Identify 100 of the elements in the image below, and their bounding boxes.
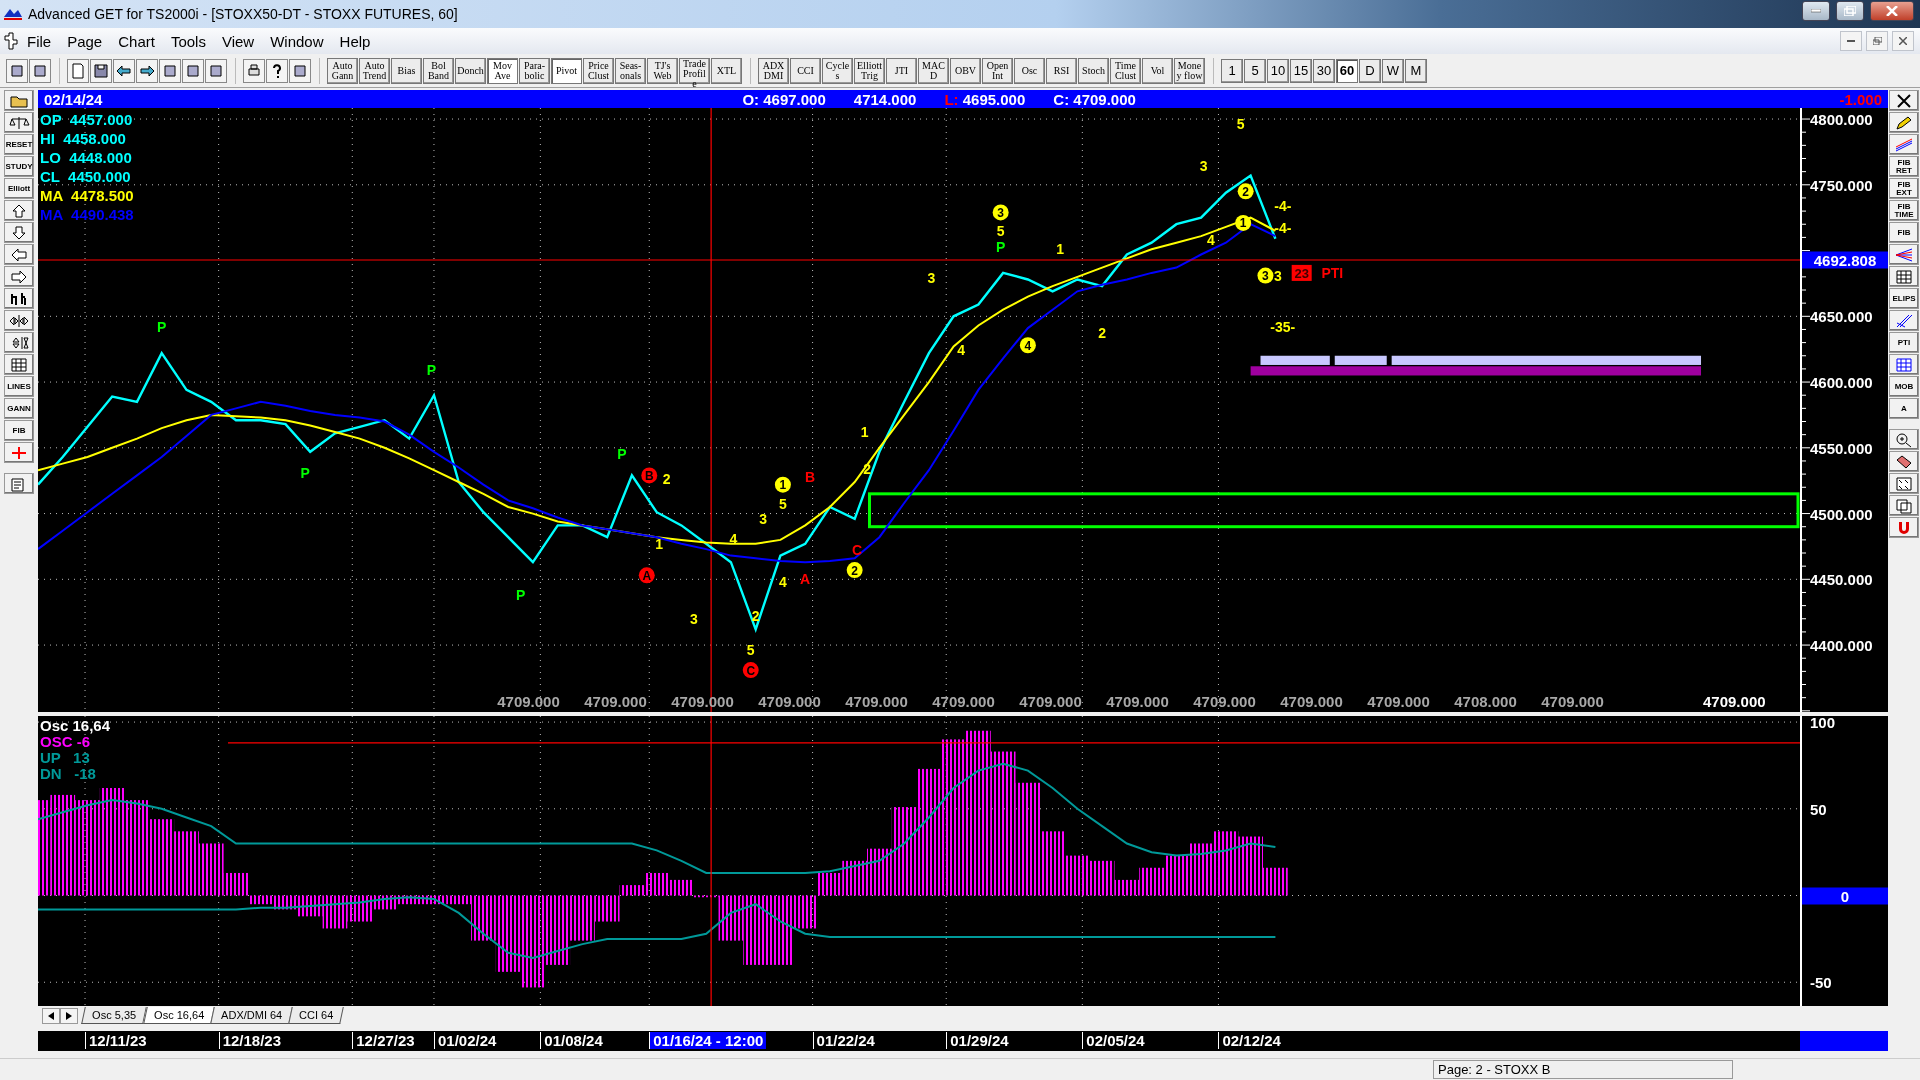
menu-item[interactable]: Chart bbox=[111, 30, 162, 52]
date-label: 02/05/24 bbox=[1082, 1032, 1148, 1049]
tool-button[interactable] bbox=[4, 310, 34, 331]
tool-button[interactable] bbox=[4, 200, 34, 221]
menu-item[interactable]: Window bbox=[263, 30, 331, 52]
tool-button[interactable]: RESET bbox=[4, 134, 34, 155]
indicator-tab[interactable]: Osc 5,35 bbox=[81, 1007, 147, 1024]
indicator-button[interactable]: CCI bbox=[790, 57, 821, 84]
tool-button[interactable] bbox=[1889, 266, 1919, 287]
tool-button[interactable] bbox=[1889, 429, 1919, 450]
tool-button[interactable]: A bbox=[1889, 398, 1919, 419]
interval-button[interactable]: W bbox=[1382, 58, 1404, 83]
interval-button[interactable]: D bbox=[1359, 58, 1381, 83]
tool-button[interactable] bbox=[4, 244, 34, 265]
tool-button[interactable] bbox=[1889, 244, 1919, 265]
tool-button[interactable] bbox=[1889, 354, 1919, 375]
overlay-button[interactable]: Seas-onals bbox=[615, 57, 646, 84]
indicator-button[interactable]: Elliott Trig bbox=[854, 57, 885, 84]
interval-button[interactable]: 60 bbox=[1336, 58, 1358, 83]
overlay-button[interactable]: TJ's Web bbox=[647, 57, 678, 84]
tool-button[interactable]: Elliott bbox=[4, 178, 34, 199]
tool-button[interactable]: PTI bbox=[1889, 332, 1919, 353]
tool-button[interactable] bbox=[4, 354, 34, 375]
close-button[interactable] bbox=[1870, 1, 1914, 21]
tool-button[interactable] bbox=[4, 112, 34, 133]
overlay-button[interactable]: Pivot bbox=[551, 57, 582, 84]
indicator-button[interactable]: RSI bbox=[1046, 57, 1077, 84]
interval-button[interactable]: M bbox=[1405, 58, 1427, 83]
interval-button[interactable]: 15 bbox=[1290, 58, 1312, 83]
tool-button[interactable] bbox=[1889, 310, 1919, 331]
tool-button[interactable] bbox=[1889, 112, 1919, 133]
toolbar-button[interactable] bbox=[243, 58, 265, 83]
overlay-button[interactable]: XTL bbox=[711, 57, 742, 84]
tool-button[interactable] bbox=[1889, 90, 1919, 111]
indicator-button[interactable]: Time Clust bbox=[1110, 57, 1141, 84]
menu-item[interactable]: Help bbox=[332, 30, 378, 52]
overlay-button[interactable]: Bol Band bbox=[423, 57, 454, 84]
minimize-button[interactable] bbox=[1802, 1, 1830, 21]
interval-button[interactable]: 1 bbox=[1221, 58, 1243, 83]
overlay-button[interactable]: Price Clust bbox=[583, 57, 614, 84]
tool-button[interactable] bbox=[1889, 473, 1919, 494]
tool-button[interactable] bbox=[1889, 451, 1919, 472]
scroll-right-button[interactable] bbox=[60, 1008, 78, 1024]
indicator-tab[interactable]: ADX/DMI 64 bbox=[210, 1007, 294, 1024]
toolbar-button[interactable] bbox=[29, 58, 51, 83]
indicator-button[interactable]: ADX DMI bbox=[758, 57, 789, 84]
tool-button[interactable] bbox=[4, 332, 34, 353]
indicator-button[interactable]: OBV bbox=[950, 57, 981, 84]
tool-button[interactable]: FIB bbox=[4, 420, 34, 441]
interval-button[interactable]: 5 bbox=[1244, 58, 1266, 83]
indicator-button[interactable]: Osc bbox=[1014, 57, 1045, 84]
overlay-button[interactable]: Donch bbox=[455, 57, 486, 84]
overlay-button[interactable]: Bias bbox=[391, 57, 422, 84]
tool-button[interactable]: GANN bbox=[4, 398, 34, 419]
indicator-tab[interactable]: Osc 16,64 bbox=[143, 1007, 215, 1024]
tool-button[interactable] bbox=[1889, 495, 1919, 516]
restore-button[interactable] bbox=[1836, 1, 1864, 21]
menu-item[interactable]: Page bbox=[60, 30, 110, 52]
tool-button[interactable] bbox=[4, 266, 34, 287]
toolbar-button[interactable] bbox=[136, 58, 158, 83]
close-icon bbox=[1899, 37, 1907, 45]
toolbar-button[interactable] bbox=[113, 58, 135, 83]
menu-item[interactable]: View bbox=[214, 30, 262, 52]
scroll-left-button[interactable] bbox=[42, 1008, 60, 1024]
menu-item[interactable]: File bbox=[20, 30, 59, 52]
tool-button[interactable]: LINES bbox=[4, 376, 34, 397]
overlay-button[interactable]: Para-bolic bbox=[519, 57, 550, 84]
annotation: 2 bbox=[1242, 184, 1250, 199]
indicator-button[interactable]: Cycles bbox=[822, 57, 853, 84]
toolbar-button[interactable] bbox=[266, 58, 288, 83]
indicator-button[interactable]: MACD bbox=[918, 57, 949, 84]
tool-button[interactable]: FIB bbox=[1889, 222, 1919, 243]
toolbar-button[interactable] bbox=[289, 58, 311, 83]
toolbar-button[interactable] bbox=[6, 58, 28, 83]
tool-button[interactable] bbox=[4, 288, 34, 309]
tool-button[interactable]: FIB RET bbox=[1889, 156, 1919, 177]
toolbar-button[interactable] bbox=[159, 58, 181, 83]
tool-button[interactable]: MOB bbox=[1889, 376, 1919, 397]
toolbar-button[interactable] bbox=[90, 58, 112, 83]
indicator-tab[interactable]: CCI 64 bbox=[288, 1007, 345, 1024]
indicator-button[interactable]: Vol bbox=[1142, 57, 1173, 84]
tool-button[interactable]: ELIPS bbox=[1889, 288, 1919, 309]
tool-button[interactable] bbox=[1889, 134, 1919, 155]
overlay-button[interactable]: Auto Trend bbox=[359, 57, 390, 84]
tool-button[interactable] bbox=[4, 222, 34, 243]
overlay-button[interactable]: Mov Ave bbox=[487, 57, 518, 84]
toolbar-button[interactable] bbox=[182, 58, 204, 83]
tool-button[interactable]: FIB TIME bbox=[1889, 200, 1919, 221]
toolbar-button[interactable] bbox=[205, 58, 227, 83]
tool-button[interactable]: STUDY bbox=[4, 156, 34, 177]
indicator-button[interactable]: Stoch bbox=[1078, 57, 1109, 84]
indicator-button[interactable]: Open Int bbox=[982, 57, 1013, 84]
tool-button[interactable]: FIB EXT bbox=[1889, 178, 1919, 199]
indicator-button[interactable]: Money flow bbox=[1174, 57, 1205, 84]
indicator-button[interactable]: JTI bbox=[886, 57, 917, 84]
interval-button[interactable]: 30 bbox=[1313, 58, 1335, 83]
bar-reading: 4709.000 bbox=[1540, 693, 1605, 710]
interval-button[interactable]: 10 bbox=[1267, 58, 1289, 83]
menu-item[interactable]: Tools bbox=[163, 30, 213, 52]
overlay-button[interactable]: Auto Gann bbox=[327, 57, 358, 84]
